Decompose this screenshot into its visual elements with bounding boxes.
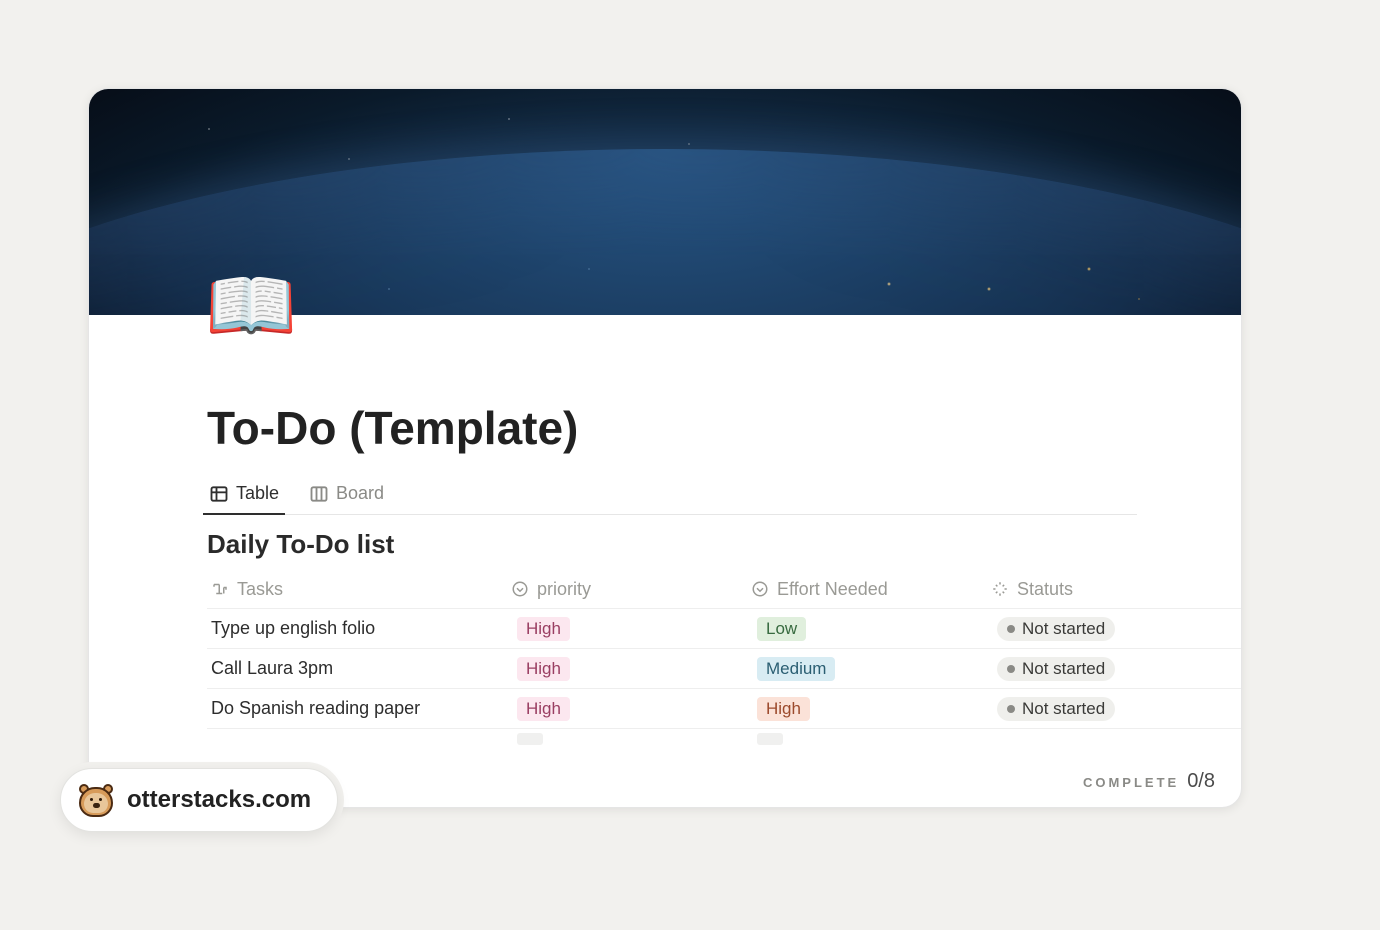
effort-tag: Low [757, 617, 806, 641]
task-cell[interactable]: Type up english folio [207, 618, 507, 639]
status-dot-icon [1007, 705, 1015, 713]
status-pill: Not started [997, 657, 1115, 681]
status-text: Not started [1022, 659, 1105, 679]
column-header-priority[interactable]: priority [507, 579, 747, 600]
priority-tag: High [517, 657, 570, 681]
select-icon [751, 580, 769, 598]
status-icon [991, 580, 1009, 598]
priority-tag: High [517, 697, 570, 721]
task-cell[interactable]: Do Spanish reading paper [207, 698, 507, 719]
row-overflow-indicator [1241, 618, 1242, 640]
task-cell[interactable]: Call Laura 3pm [207, 658, 507, 679]
table-header-row: Tasks priority Effort Needed [207, 570, 1241, 608]
effort-tag: Medium [757, 657, 835, 681]
tab-label: Table [236, 483, 279, 504]
app-window: 📖 To-Do (Template) Table Board Daily To-… [88, 88, 1242, 808]
attribution-badge[interactable]: otterstacks.com [60, 768, 338, 832]
column-label: Tasks [237, 579, 283, 600]
priority-cell[interactable]: High [507, 697, 747, 721]
status-cell[interactable]: Not started [987, 657, 1227, 681]
attribution-text: otterstacks.com [127, 786, 311, 814]
row-overflow-indicator [1241, 658, 1242, 680]
status-dot-icon [1007, 665, 1015, 673]
priority-tag: High [517, 617, 570, 641]
status-dot-icon [1007, 625, 1015, 633]
text-icon [211, 580, 229, 598]
tab-board[interactable]: Board [307, 479, 386, 514]
footer-complete-counter: COMPLETE 0/8 [1083, 770, 1215, 793]
footer-count: 0/8 [1187, 770, 1215, 793]
table-row-peek [207, 728, 1241, 742]
tab-table[interactable]: Table [207, 479, 281, 514]
status-cell[interactable]: Not started [987, 697, 1227, 721]
status-pill: Not started [997, 617, 1115, 641]
select-icon [511, 580, 529, 598]
priority-cell[interactable]: High [507, 657, 747, 681]
priority-cell[interactable]: High [507, 617, 747, 641]
effort-cell[interactable]: Low [747, 617, 987, 641]
table-row[interactable]: Call Laura 3pm High Medium Not started [207, 648, 1241, 688]
table-icon [209, 484, 229, 504]
table-row[interactable]: Type up english folio High Low Not started [207, 608, 1241, 648]
column-label: Statuts [1017, 579, 1073, 600]
status-pill: Not started [997, 697, 1115, 721]
board-icon [309, 484, 329, 504]
status-cell[interactable]: Not started [987, 617, 1227, 641]
tab-label: Board [336, 483, 384, 504]
table-row[interactable]: Do Spanish reading paper High High Not star… [207, 688, 1241, 728]
effort-cell[interactable]: Medium [747, 657, 987, 681]
column-header-effort[interactable]: Effort Needed [747, 579, 987, 600]
column-label: Effort Needed [777, 579, 888, 600]
page-icon[interactable]: 📖 [205, 269, 297, 343]
status-text: Not started [1022, 699, 1105, 719]
effort-cell[interactable]: High [747, 697, 987, 721]
column-header-tasks[interactable]: Tasks [207, 579, 507, 600]
view-tabs: Table Board [207, 479, 1137, 515]
database-title[interactable]: Daily To-Do list [207, 529, 1241, 560]
task-table: Tasks priority Effort Needed [207, 570, 1241, 742]
status-text: Not started [1022, 619, 1105, 639]
page-title[interactable]: To-Do (Template) [207, 401, 1241, 455]
row-overflow-indicator [1241, 698, 1242, 720]
column-label: priority [537, 579, 591, 600]
effort-tag: High [757, 697, 810, 721]
column-header-status[interactable]: Statuts [987, 579, 1227, 600]
footer-label: COMPLETE [1083, 775, 1179, 790]
otter-icon [79, 783, 113, 817]
